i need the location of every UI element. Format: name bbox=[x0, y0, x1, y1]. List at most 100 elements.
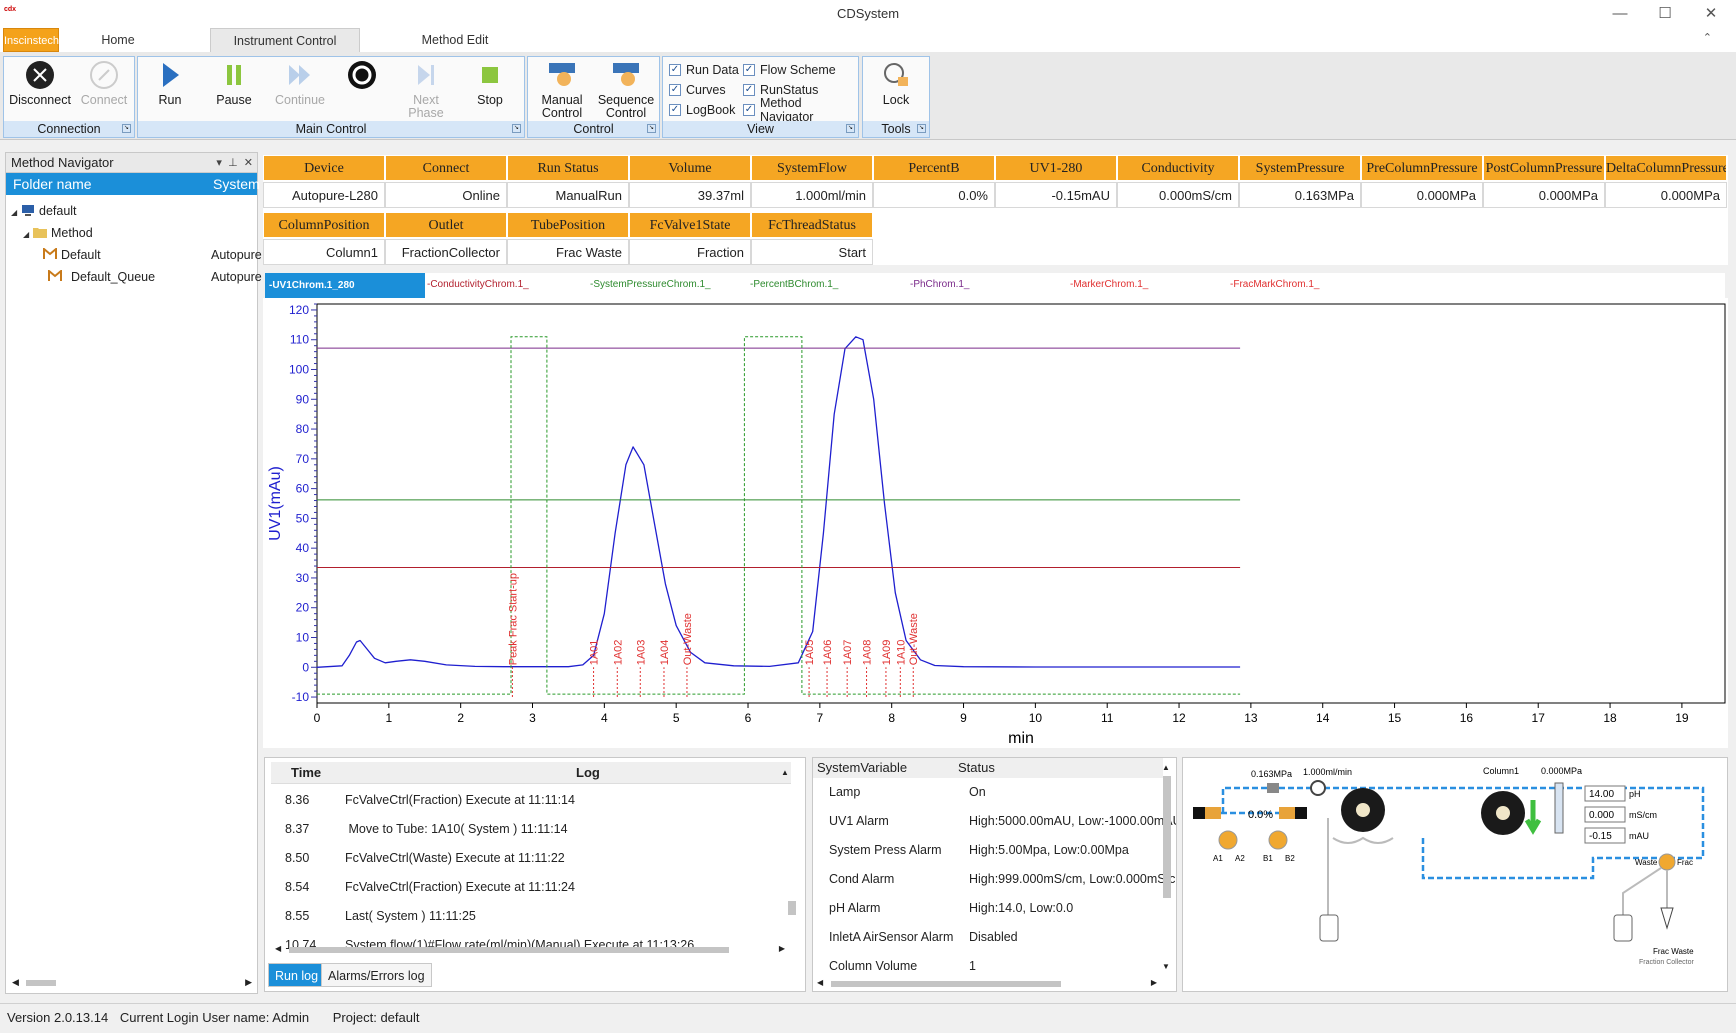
manual-control-button[interactable]: Manual Control bbox=[532, 59, 592, 120]
var-name: pH Alarm bbox=[829, 901, 881, 915]
var-row[interactable]: System Press Alarm High:5.00Mpa, Low:0.00… bbox=[829, 836, 1129, 865]
status-value: 0.000MPa bbox=[1483, 182, 1605, 208]
legend-item[interactable]: -SystemPressureChrom.1_ bbox=[590, 279, 711, 290]
minimize-button[interactable]: — bbox=[1605, 4, 1635, 24]
tree-item-method[interactable]: ◢ Method bbox=[23, 223, 93, 243]
inlet-b-valve[interactable] bbox=[1268, 830, 1288, 850]
tree-item-default[interactable]: ◢ default bbox=[11, 201, 77, 221]
scroll-right-icon[interactable]: ▶ bbox=[779, 944, 785, 953]
outlet-valve[interactable] bbox=[1658, 853, 1676, 871]
flow-scheme-checkbox[interactable]: ✓ Flow Scheme bbox=[743, 62, 836, 78]
stop-button[interactable]: Stop bbox=[464, 59, 516, 107]
scroll-right-icon[interactable]: ▶ bbox=[1151, 978, 1157, 987]
run-button[interactable]: Run bbox=[144, 59, 196, 107]
scroll-right-icon[interactable]: ▶ bbox=[245, 977, 252, 988]
navigator-scrollbar[interactable]: ◀ ▶ bbox=[12, 977, 252, 989]
tab-instrument-control[interactable]: Instrument Control bbox=[210, 28, 360, 52]
log-row[interactable]: 8.54 FcValveCtrl(Fraction) Execute at 11:… bbox=[285, 873, 575, 902]
x-tick-label: 9 bbox=[960, 711, 967, 725]
legend-item[interactable]: -UV1Chrom.1_280 bbox=[265, 273, 425, 298]
tab-method-edit[interactable]: Method Edit bbox=[400, 28, 510, 52]
dropdown-icon[interactable]: ▾ bbox=[216, 157, 222, 169]
log-row[interactable]: 8.55 Last( System ) 11:11:25 bbox=[285, 902, 476, 931]
next-phase-button[interactable]: Next Phase bbox=[400, 59, 452, 120]
hold-button[interactable] bbox=[336, 59, 388, 94]
tab-alarms-log[interactable]: Alarms/Errors log bbox=[321, 963, 432, 987]
status-header: Run Status bbox=[507, 155, 629, 181]
var-row[interactable]: pH Alarm High:14.0, Low:0.0 bbox=[829, 894, 1073, 923]
collapse-triangle-icon[interactable]: ◢ bbox=[11, 203, 21, 223]
log-row[interactable]: 8.37 Move to Tube: 1A10( System ) 11:11:… bbox=[285, 815, 568, 844]
x-tick-label: 18 bbox=[1603, 711, 1617, 725]
scroll-up-icon[interactable]: ▲ bbox=[781, 762, 789, 784]
scrollbar-thumb[interactable] bbox=[289, 947, 729, 953]
group-launcher-icon[interactable]: ↘ bbox=[846, 124, 855, 133]
scroll-left-icon[interactable]: ◀ bbox=[12, 977, 19, 988]
tree-item-default-queue[interactable]: Default_Queue bbox=[43, 267, 155, 287]
log-hscroll[interactable]: ◀ ▶ bbox=[275, 944, 785, 955]
status-header: ColumnPosition bbox=[263, 212, 385, 238]
scroll-left-icon[interactable]: ◀ bbox=[275, 944, 281, 953]
col-folder-name[interactable]: Folder name bbox=[13, 176, 92, 192]
log-row[interactable]: 8.36 FcValveCtrl(Fraction) Execute at 11:… bbox=[285, 786, 575, 815]
col-system[interactable]: System bbox=[213, 173, 260, 195]
collapse-triangle-icon[interactable]: ◢ bbox=[23, 225, 33, 245]
legend-item[interactable]: -PhChrom.1_ bbox=[910, 279, 969, 290]
run-label: Run bbox=[158, 93, 182, 107]
close-button[interactable]: ✕ bbox=[1696, 4, 1726, 24]
legend-item[interactable]: -MarkerChrom.1_ bbox=[1070, 279, 1148, 290]
scrollbar-thumb[interactable] bbox=[831, 981, 1061, 987]
var-name: Lamp bbox=[829, 785, 861, 799]
var-vscroll-thumb[interactable] bbox=[1163, 776, 1171, 898]
inlet-a-valve[interactable] bbox=[1218, 830, 1238, 850]
log-vscroll-thumb[interactable] bbox=[788, 901, 796, 915]
disconnect-button[interactable]: Disconnect bbox=[6, 59, 74, 107]
pause-button[interactable]: Pause bbox=[208, 59, 260, 107]
var-row[interactable]: InletA AirSensor Alarm Disabled bbox=[829, 923, 1018, 952]
connect-button[interactable]: Connect bbox=[74, 59, 134, 107]
x-tick-label: 15 bbox=[1388, 711, 1402, 725]
chromatogram-chart[interactable]: -10 0 10 20 30 40 50 60 70 80 90 100 110 120 0 1 2 3 4 5 6 7 8… bbox=[263, 298, 1728, 748]
scrollbar-thumb[interactable] bbox=[26, 980, 56, 986]
var-row[interactable]: UV1 Alarm High:5000.00mAU, Low:-1000.00mA… bbox=[829, 807, 1177, 836]
lock-label: Lock bbox=[882, 93, 910, 107]
var-name: InletA AirSensor Alarm bbox=[829, 930, 954, 944]
var-hscroll[interactable]: ◀ ▶ bbox=[817, 978, 1157, 989]
legend-item[interactable]: -FracMarkChrom.1_ bbox=[1230, 279, 1319, 290]
scroll-left-icon[interactable]: ◀ bbox=[817, 978, 823, 987]
maximize-button[interactable]: ☐ bbox=[1650, 4, 1680, 24]
group-launcher-icon[interactable]: ↘ bbox=[122, 124, 131, 133]
var-row[interactable]: Column Volume 1 bbox=[829, 952, 976, 981]
collapse-ribbon-icon[interactable]: ⌃ bbox=[1703, 31, 1712, 44]
lock-button[interactable]: Lock bbox=[869, 59, 923, 107]
group-launcher-icon[interactable]: ↘ bbox=[917, 124, 926, 133]
method-navigator-checkbox[interactable]: ✓ Method Navigator bbox=[743, 96, 858, 124]
close-icon[interactable]: ✕ bbox=[244, 157, 253, 169]
tab-run-log[interactable]: Run log bbox=[268, 963, 326, 987]
manual-control-label: Manual Control bbox=[541, 93, 583, 120]
x-tick-label: 0 bbox=[314, 711, 321, 725]
pin-icon[interactable]: ⊥ bbox=[228, 157, 238, 169]
logbook-checkbox[interactable]: ✓ LogBook bbox=[669, 102, 735, 118]
run-data-checkbox[interactable]: ✓ Run Data bbox=[669, 62, 739, 78]
tab-brand[interactable]: Inscinstech bbox=[3, 28, 59, 52]
var-row[interactable]: Lamp On bbox=[829, 778, 986, 807]
status-value: Frac Waste bbox=[507, 239, 629, 265]
scroll-up-icon[interactable]: ▲ bbox=[1162, 758, 1170, 778]
var-status: High:5000.00mAU, Low:-1000.00mAU bbox=[969, 814, 1177, 828]
sequence-control-button[interactable]: Sequence Control bbox=[594, 59, 658, 120]
group-launcher-icon[interactable]: ↘ bbox=[512, 124, 521, 133]
continue-button[interactable]: Continue bbox=[271, 59, 329, 107]
curves-checkbox[interactable]: ✓ Curves bbox=[669, 82, 726, 98]
status-header: PreColumnPressure bbox=[1361, 155, 1483, 181]
legend-item[interactable]: -ConductivityChrom.1_ bbox=[427, 279, 529, 290]
legend-item[interactable]: -PercentBChrom.1_ bbox=[750, 279, 838, 290]
tab-home[interactable]: Home bbox=[78, 28, 158, 52]
tree-item-default-method[interactable]: Default bbox=[43, 245, 101, 265]
scroll-down-icon[interactable]: ▼ bbox=[1162, 962, 1170, 971]
group-launcher-icon[interactable]: ↘ bbox=[647, 124, 656, 133]
var-row[interactable]: Cond Alarm High:999.000mS/cm, Low:0.000mS… bbox=[829, 865, 1176, 894]
disconnect-label: Disconnect bbox=[9, 93, 71, 107]
log-header: Time Log ▲ bbox=[271, 762, 791, 784]
log-row[interactable]: 8.50 FcValveCtrl(Waste) Execute at 11:11:… bbox=[285, 844, 565, 873]
